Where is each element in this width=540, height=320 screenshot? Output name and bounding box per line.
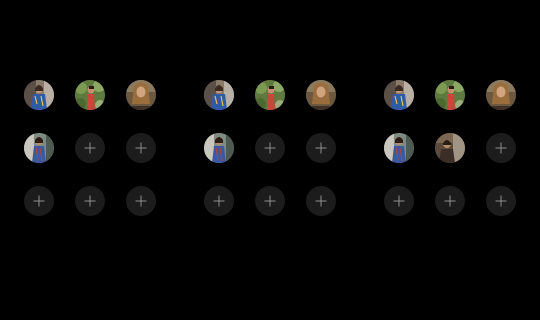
photo-thumbnail	[24, 133, 54, 163]
photo-thumbnail	[126, 80, 156, 110]
add-photo-button[interactable]	[126, 133, 156, 163]
photo-thumbnail	[24, 80, 54, 110]
photo-avatar[interactable]	[435, 80, 465, 110]
add-photo-button[interactable]	[486, 186, 516, 216]
plus-icon	[393, 195, 405, 207]
plus-icon	[444, 195, 456, 207]
photo-avatar[interactable]	[306, 80, 336, 110]
photo-thumbnail	[435, 133, 465, 163]
photo-avatar[interactable]	[126, 80, 156, 110]
plus-icon	[315, 195, 327, 207]
plus-icon	[495, 142, 507, 154]
photo-avatar[interactable]	[384, 80, 414, 110]
add-photo-button[interactable]	[126, 186, 156, 216]
add-photo-button[interactable]	[204, 186, 234, 216]
photo-thumbnail	[384, 133, 414, 163]
photo-thumbnail	[486, 80, 516, 110]
avatar-grid-panel-3	[384, 80, 516, 216]
add-photo-button[interactable]	[306, 133, 336, 163]
plus-icon	[84, 195, 96, 207]
photo-avatar[interactable]	[75, 80, 105, 110]
photo-avatar[interactable]	[204, 80, 234, 110]
plus-icon	[315, 142, 327, 154]
photo-thumbnail	[204, 80, 234, 110]
plus-icon	[264, 142, 276, 154]
photo-avatar[interactable]	[384, 133, 414, 163]
photo-thumbnail	[255, 80, 285, 110]
photo-thumbnail	[75, 80, 105, 110]
plus-icon	[213, 195, 225, 207]
add-photo-button[interactable]	[255, 133, 285, 163]
photo-thumbnail	[435, 80, 465, 110]
plus-icon	[135, 142, 147, 154]
plus-icon	[264, 195, 276, 207]
plus-icon	[135, 195, 147, 207]
plus-icon	[495, 195, 507, 207]
plus-icon	[33, 195, 45, 207]
photo-avatar[interactable]	[435, 133, 465, 163]
photo-avatar[interactable]	[486, 80, 516, 110]
photo-thumbnail	[204, 133, 234, 163]
add-photo-button[interactable]	[255, 186, 285, 216]
photo-thumbnail	[306, 80, 336, 110]
avatar-grid-panel-1	[24, 80, 156, 216]
plus-icon	[84, 142, 96, 154]
add-photo-button[interactable]	[384, 186, 414, 216]
photo-avatar[interactable]	[255, 80, 285, 110]
photo-avatar[interactable]	[24, 80, 54, 110]
add-photo-button[interactable]	[486, 133, 516, 163]
add-photo-button[interactable]	[75, 133, 105, 163]
add-photo-button[interactable]	[306, 186, 336, 216]
add-photo-button[interactable]	[435, 186, 465, 216]
photo-avatar[interactable]	[24, 133, 54, 163]
add-photo-button[interactable]	[75, 186, 105, 216]
add-photo-button[interactable]	[24, 186, 54, 216]
avatar-grid-panel-2	[204, 80, 336, 216]
photo-thumbnail	[384, 80, 414, 110]
photo-avatar[interactable]	[204, 133, 234, 163]
